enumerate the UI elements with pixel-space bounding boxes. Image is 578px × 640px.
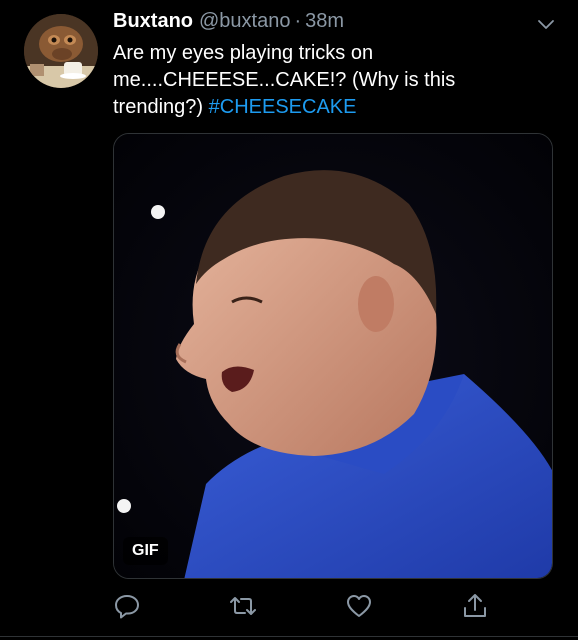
tweet-header: Buxtano @buxtano · 38m — [113, 10, 344, 36]
tweet-text: Are my eyes playing tricks on me....CHEE… — [113, 40, 543, 121]
hashtag-link[interactable]: #CHEESECAKE — [209, 96, 357, 118]
share-icon[interactable] — [461, 592, 489, 620]
tweet[interactable]: Buxtano @buxtano · 38m Are my eyes playi… — [0, 0, 578, 640]
gif-media[interactable] — [113, 133, 553, 579]
timestamp[interactable]: 38m — [305, 10, 344, 33]
separator-dot: · — [294, 10, 302, 32]
chevron-down-icon[interactable] — [536, 14, 556, 34]
divider — [0, 636, 578, 637]
avatar-image — [24, 14, 98, 88]
gif-badge: GIF — [123, 537, 168, 565]
retweet-icon[interactable] — [229, 592, 257, 620]
user-handle[interactable]: @buxtano — [199, 10, 290, 33]
reply-icon[interactable] — [113, 592, 141, 620]
tweet-actions — [113, 592, 553, 622]
avatar[interactable] — [24, 14, 98, 88]
gif-image — [114, 134, 552, 578]
heart-icon[interactable] — [345, 592, 373, 620]
display-name[interactable]: Buxtano — [113, 10, 193, 33]
